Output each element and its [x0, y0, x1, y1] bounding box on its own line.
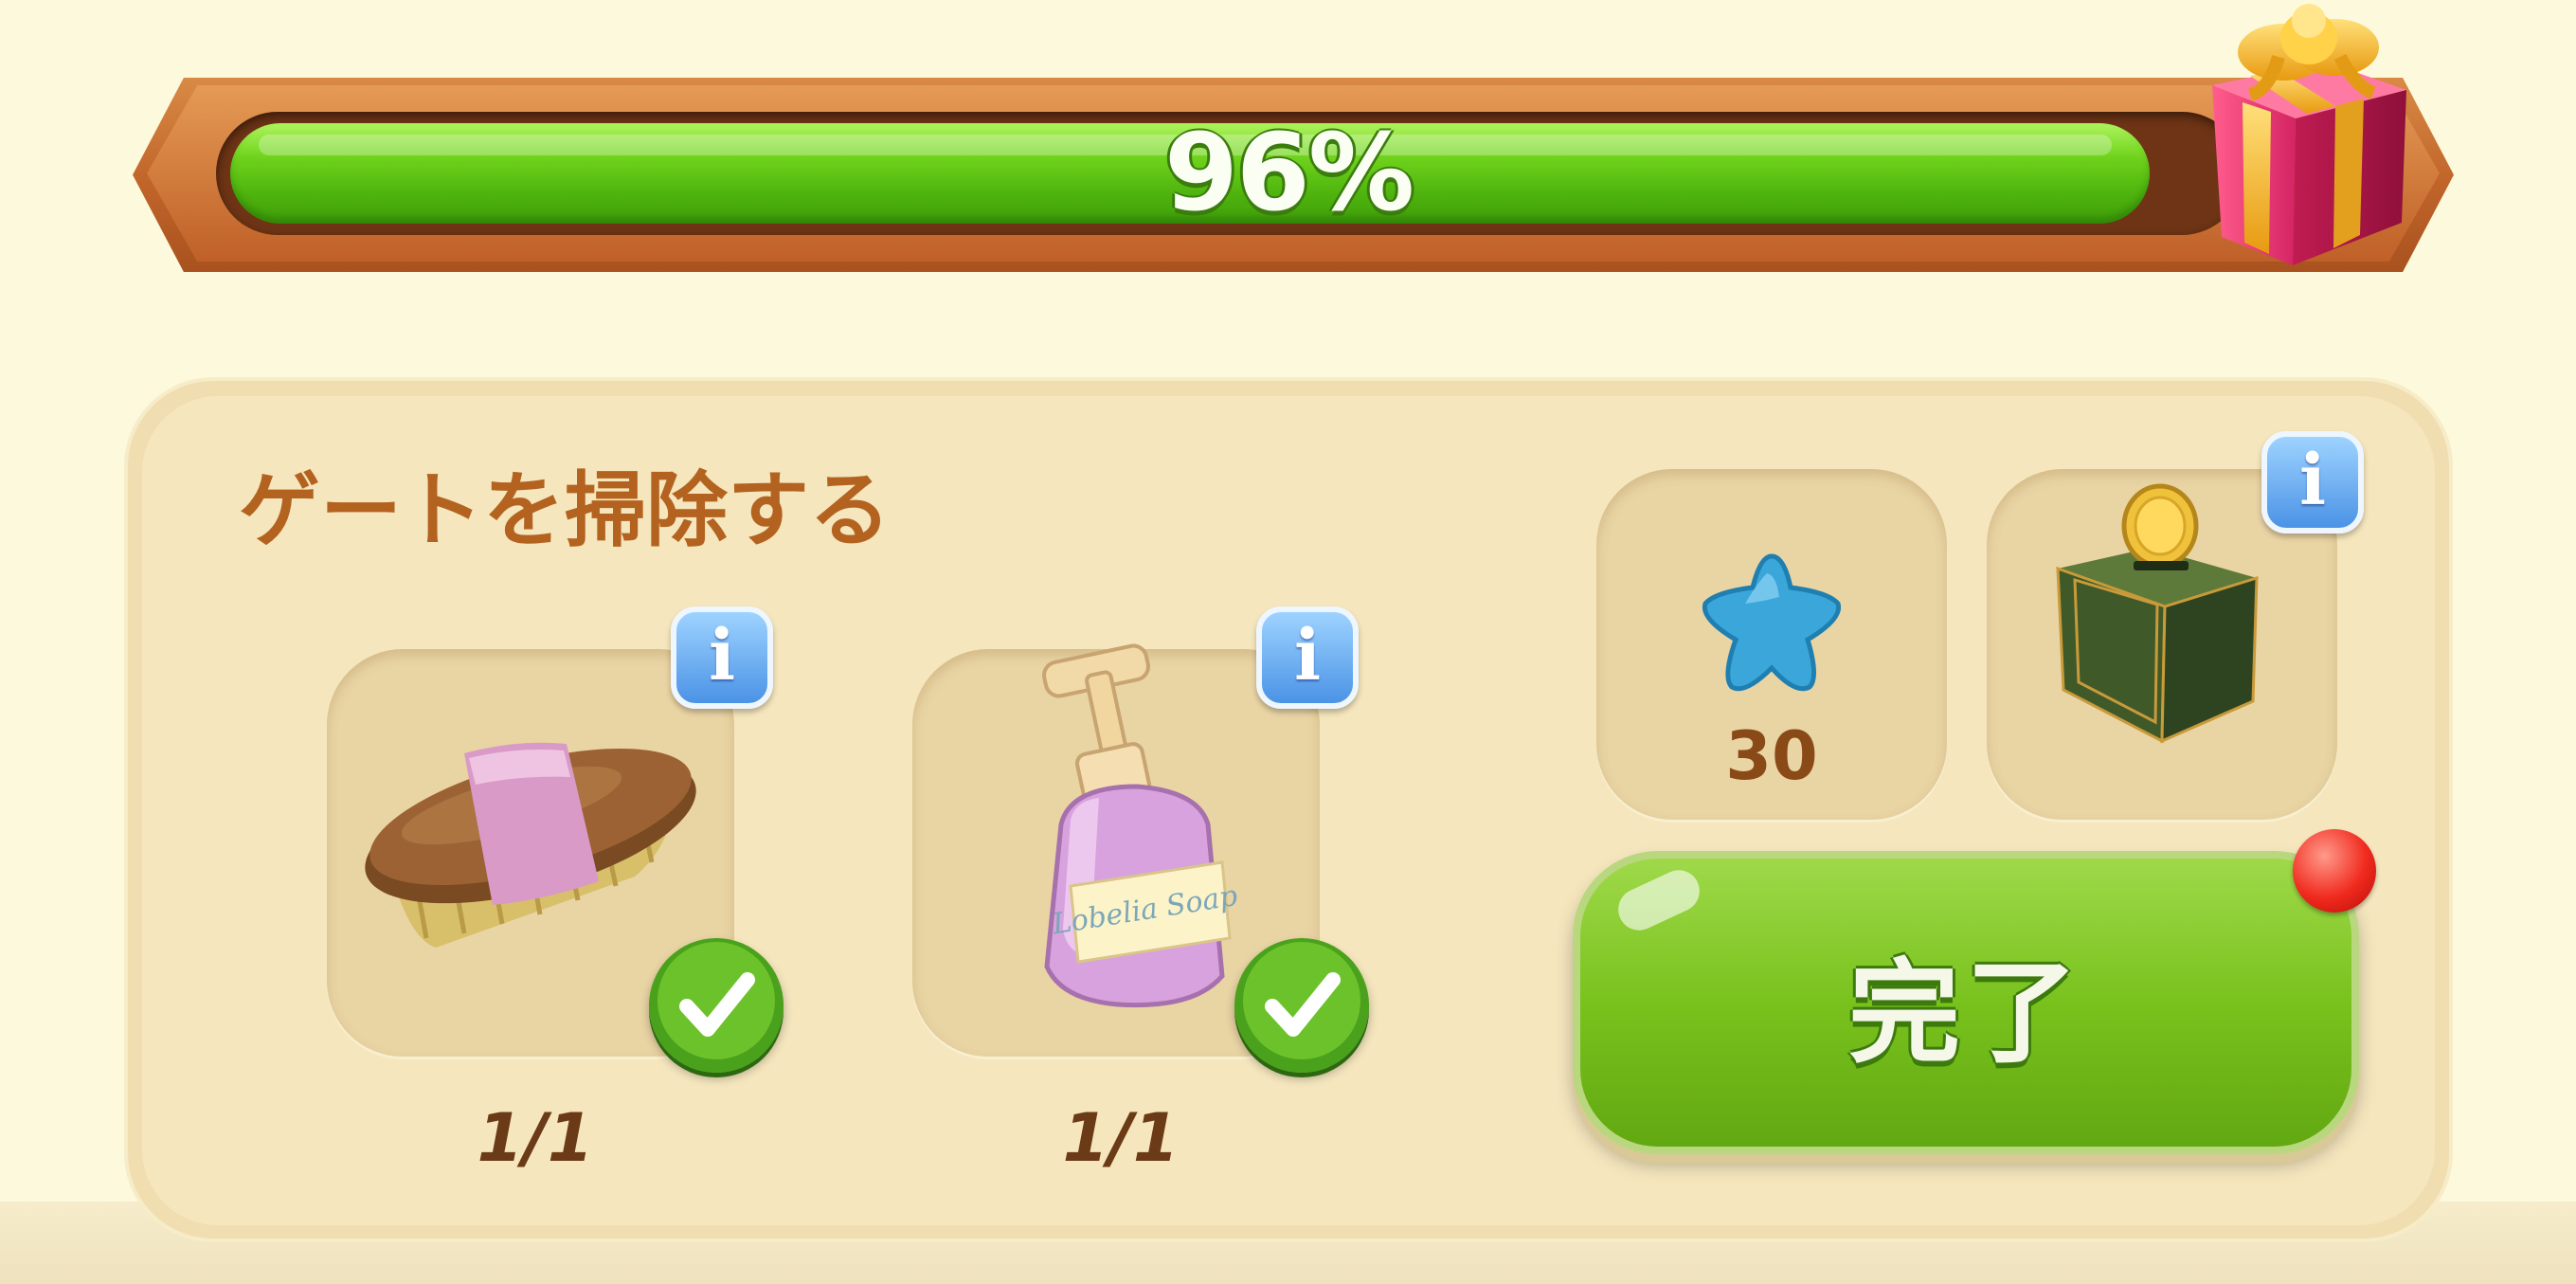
info-button[interactable]: i [2261, 431, 2364, 533]
coin-bank-box-icon [2056, 483, 2259, 744]
check-icon [649, 938, 784, 1073]
gift-box-icon[interactable] [2184, 0, 2430, 270]
notification-dot [2293, 829, 2376, 913]
info-button[interactable]: i [1256, 606, 1359, 709]
progress-percent-label: 96% [1163, 112, 1414, 235]
scrub-brush-icon [365, 742, 696, 948]
info-button[interactable]: i [671, 606, 773, 709]
item-count: 1/1 [1062, 1099, 1180, 1177]
done-button-label: 完了 [1847, 947, 2083, 1078]
soap-bottle-icon: Lobelia Soap [1042, 643, 1240, 1008]
item-count: 1/1 [477, 1099, 594, 1177]
check-icon [1234, 938, 1369, 1073]
reward-count: 30 [1725, 717, 1818, 795]
task-title: ゲートを掃除する [239, 463, 891, 558]
blue-star-icon [1702, 553, 1842, 692]
done-button[interactable]: 完了 [1573, 851, 2359, 1154]
